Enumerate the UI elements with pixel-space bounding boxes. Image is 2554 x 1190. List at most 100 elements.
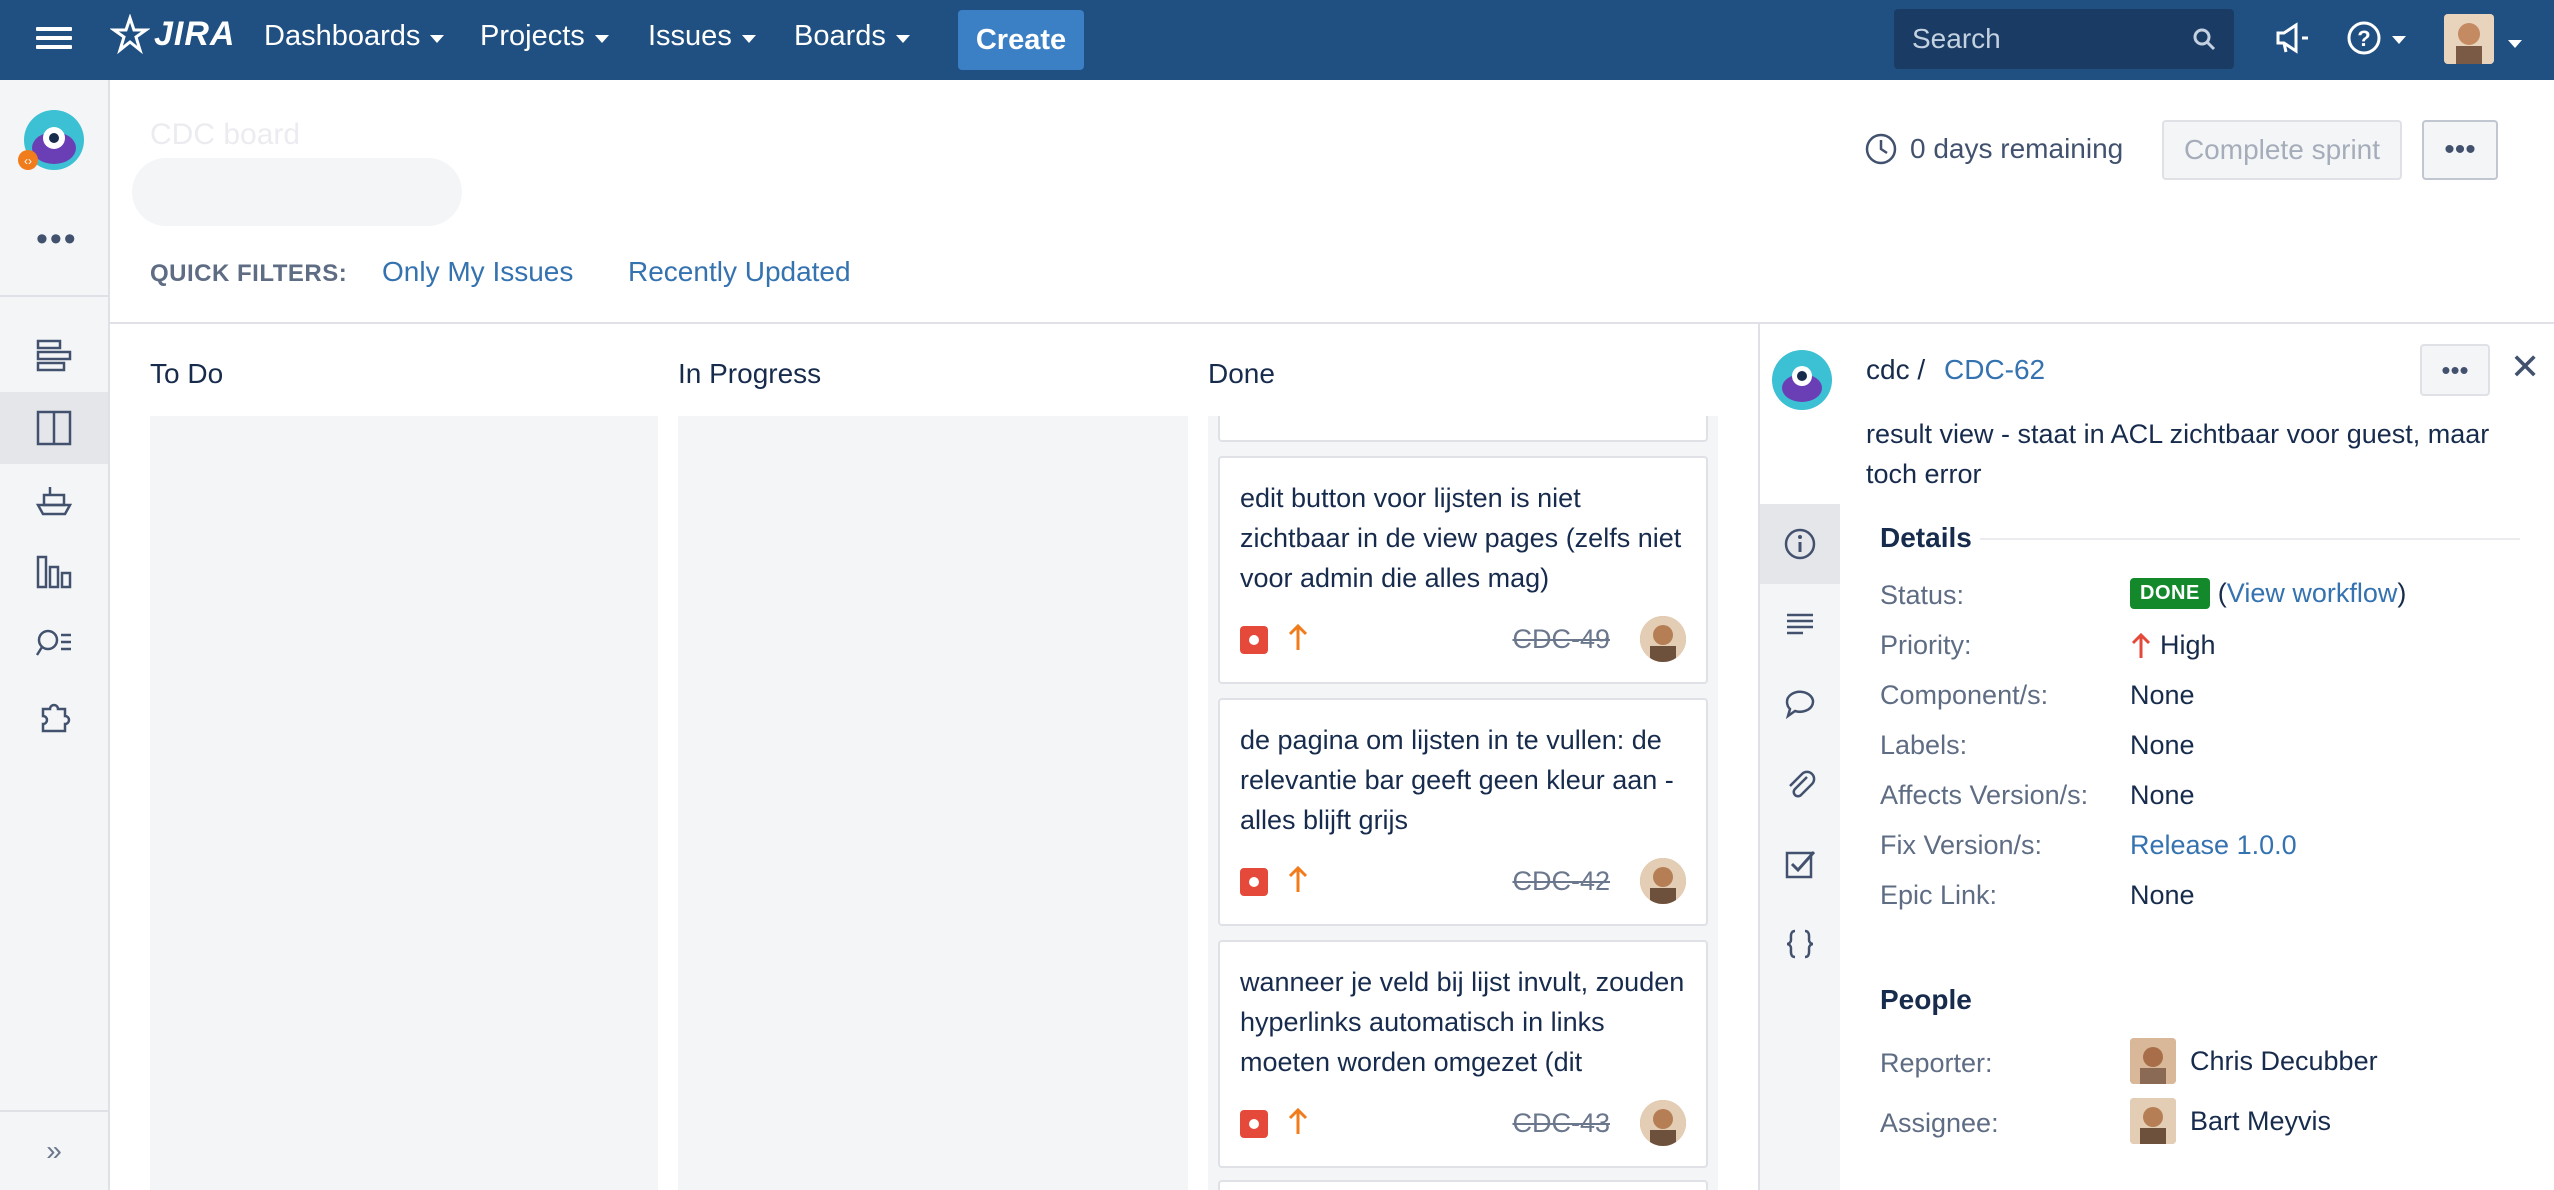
board-icon[interactable] [0,392,108,464]
more-icon[interactable]: ••• [36,220,78,259]
nav-projects-label: Projects [480,20,585,52]
breadcrumb-project[interactable]: cdc / [1866,354,1925,386]
quick-filter-only-my-issues[interactable]: Only My Issues [382,256,573,288]
add-ons-puzzle-icon[interactable] [0,680,108,752]
nav-dashboards[interactable]: Dashboards [264,20,445,53]
column-header-done: Done [1208,358,1275,389]
nav-boards-label: Boards [794,20,886,52]
development-braces-icon[interactable] [1760,904,1840,984]
reporter-avatar [2130,1038,2176,1084]
issue-detail-panel: cdc / CDC-62 ••• ✕ result view - staat i… [1758,324,2554,1190]
releases-ship-icon[interactable] [0,464,108,536]
days-remaining: 0 days remaining [1910,133,2124,164]
status-badge[interactable]: DONE [2130,578,2210,609]
fix-versions-label: Fix Version/s: [1880,830,2043,860]
comment-icon[interactable] [1760,664,1840,744]
view-workflow-wrapper: (View workflow) [2217,578,2407,608]
assignee-avatar [1640,858,1686,904]
issue-card[interactable]: edit button voor lijsten is niet zichtba… [1218,456,1708,684]
card-footer: CDC-43 [1240,1100,1686,1146]
search-placeholder: Search [1912,23,2001,54]
card-key: CDC-42 [1512,866,1610,896]
svg-text:‹›: ‹› [24,154,32,168]
complete-sprint-button[interactable]: Complete sprint [2162,120,2402,180]
assignee-avatar [2130,1098,2176,1144]
chevron-down-icon [2392,36,2406,44]
assignee-name: Bart Meyvis [2190,1105,2332,1136]
labels-value[interactable]: None [2130,730,2195,761]
card-partial[interactable] [1218,1180,1708,1190]
help-icon[interactable]: ? [2344,18,2406,58]
assignee-label: Assignee: [1880,1108,1999,1138]
fix-version-link[interactable]: Release 1.0.0 [2130,830,2297,861]
search-icon [2193,28,2216,51]
card-summary: wanneer je veld bij lijst invult, zouden… [1240,967,1685,1077]
reporter-label: Reporter: [1880,1048,1993,1078]
board-more-button[interactable]: ••• [2422,120,2498,180]
priority-high-icon [1288,623,1308,650]
issue-card[interactable]: wanneer je veld bij lijst invult, zouden… [1218,940,1708,1168]
bug-icon [1240,1110,1268,1138]
top-navigation: JIRA Dashboards Projects Issues Boards C… [0,0,2554,80]
description-icon[interactable] [1760,584,1840,664]
quick-filter-recently-updated[interactable]: Recently Updated [628,256,851,288]
project-avatar[interactable]: ‹› [16,108,86,178]
bug-icon [1240,868,1268,896]
chevron-down-icon [895,34,910,43]
menu-icon[interactable] [36,22,72,56]
card-partial[interactable] [1218,416,1708,442]
epic-link-value[interactable]: None [2130,880,2195,911]
assignee-avatar [1640,1100,1686,1146]
subtasks-checkbox-icon[interactable] [1760,824,1840,904]
backlog-icon[interactable] [0,320,108,392]
user-avatar[interactable] [2444,14,2494,64]
card-footer: CDC-42 [1240,858,1686,904]
feedback-megaphone-icon[interactable] [2272,18,2312,58]
assignee-value[interactable]: Bart Meyvis [2130,1098,2331,1144]
create-button[interactable]: Create [958,10,1084,70]
column-in-progress [678,416,1188,1190]
status-value: DONE (View workflow) [2130,578,2406,609]
svg-text:?: ? [2357,26,2370,51]
reporter-name: Chris Decubber [2190,1045,2378,1076]
board-title: CDC board [150,118,301,151]
issue-summary[interactable]: result view - staat in ACL zichtbaar voo… [1866,414,2506,494]
chevron-down-icon[interactable] [2508,40,2522,48]
detail-section-rail [1760,504,1840,1190]
priority-high-icon [2131,632,2151,658]
view-workflow-link[interactable]: View workflow [2227,578,2398,608]
clock-icon [1865,133,1897,165]
epic-link-label: Epic Link: [1880,880,1998,910]
breadcrumb-issue-key[interactable]: CDC-62 [1944,354,2045,386]
nav-projects[interactable]: Projects [480,20,609,53]
reporter-value[interactable]: Chris Decubber [2130,1038,2378,1084]
attachment-icon[interactable] [1760,744,1840,824]
info-icon[interactable] [1760,504,1840,584]
detail-more-button[interactable]: ••• [2420,344,2490,396]
issues-search-icon[interactable] [0,608,108,680]
labels-label: Labels: [1880,730,1968,760]
reports-icon[interactable] [0,536,108,608]
components-label: Component/s: [1880,680,2049,710]
components-value[interactable]: None [2130,680,2195,711]
project-avatar [1770,348,1834,412]
nav-boards[interactable]: Boards [794,20,910,53]
bug-icon [1240,626,1268,654]
section-divider [1980,538,2520,540]
card-summary: edit button voor lijsten is niet zichtba… [1240,483,1682,593]
affects-versions-value[interactable]: None [2130,780,2195,811]
nav-dashboards-label: Dashboards [264,20,421,52]
column-todo [150,416,658,1190]
close-icon[interactable]: ✕ [2510,346,2540,388]
search-input[interactable]: Search [1894,9,2234,69]
chevron-down-icon [430,34,445,43]
expand-sidebar-icon[interactable]: » [0,1110,108,1190]
jira-logo[interactable]: JIRA [110,14,235,54]
issue-card[interactable]: de pagina om lijsten in te vullen: de re… [1218,698,1708,926]
nav-issues-label: Issues [648,20,732,52]
affects-versions-label: Affects Version/s: [1880,780,2089,810]
status-label: Status: [1880,580,1965,610]
sprint-timer: 0 days remaining [1864,132,2123,166]
priority-value[interactable]: High [2130,630,2216,661]
nav-issues[interactable]: Issues [648,20,756,53]
